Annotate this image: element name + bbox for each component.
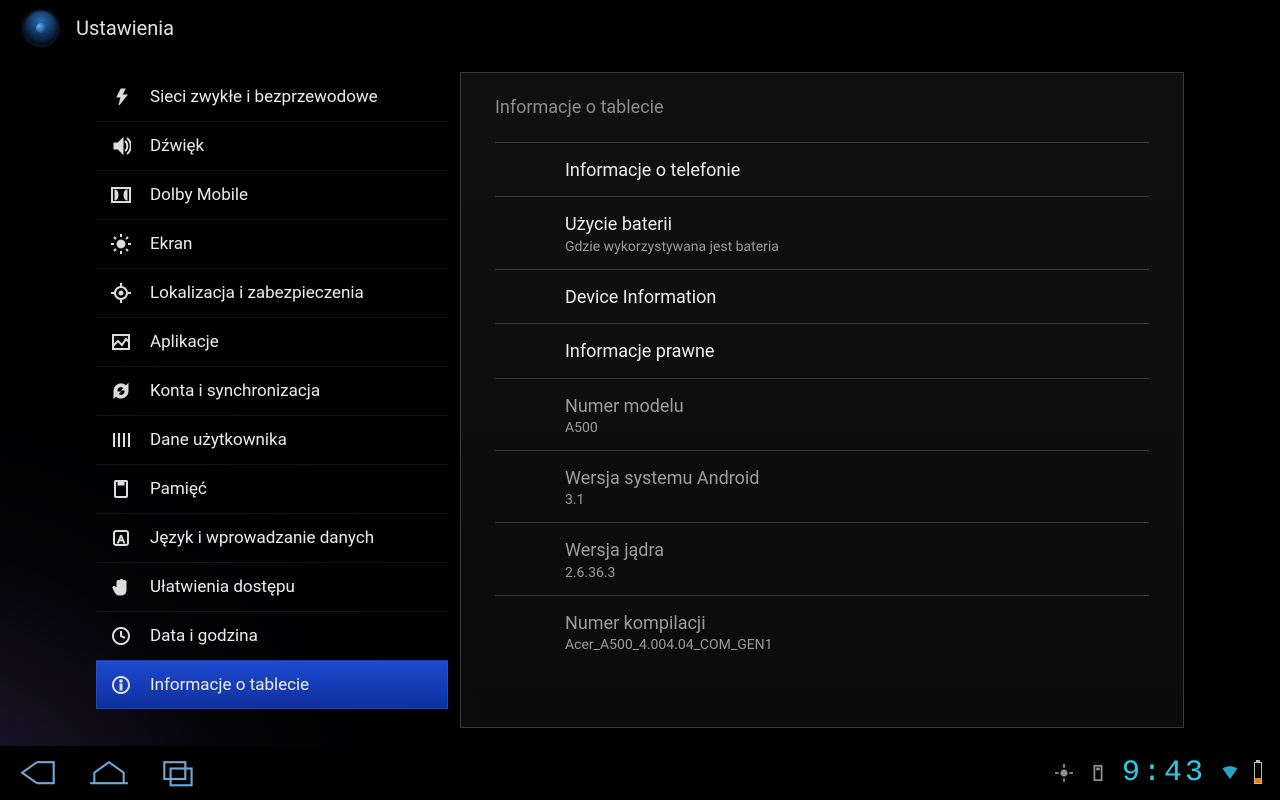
hand-icon: [110, 576, 132, 598]
sidebar-item-label: Pamięć: [150, 479, 207, 499]
sidebar-item-label: Data i godzina: [150, 626, 258, 646]
back-button[interactable]: [18, 756, 60, 790]
row-title: Informacje prawne: [565, 340, 1149, 363]
settings-row-info: Numer modelu A500: [495, 379, 1149, 451]
sidebar-item-label: Ekran: [150, 234, 192, 254]
wireless-icon: [110, 86, 132, 108]
sidebar-item-label: Lokalizacja i zabezpieczenia: [150, 283, 364, 303]
sidebar-item-info[interactable]: Informacje o tablecie: [96, 660, 448, 709]
sidebar-item-apps[interactable]: Aplikacje: [96, 317, 448, 366]
row-title: Numer kompilacji: [565, 612, 1149, 635]
sidebar-item-clock[interactable]: Data i godzina: [96, 611, 448, 660]
system-bar: 9:43: [0, 746, 1280, 800]
row-title: Numer modelu: [565, 395, 1149, 418]
wifi-icon: [1220, 763, 1240, 783]
sidebar-item-label: Dźwięk: [150, 136, 204, 156]
sidebar-item-language[interactable]: Język i wprowadzanie danych: [96, 513, 448, 562]
clock-icon: [110, 625, 132, 647]
apps-icon: [110, 331, 132, 353]
sidebar-item-label: Konta i synchronizacja: [150, 381, 320, 401]
sidebar-item-label: Ułatwienia dostępu: [150, 577, 295, 597]
sidebar-item-location[interactable]: Lokalizacja i zabezpieczenia: [96, 268, 448, 317]
detail-panel: Informacje o tablecie Informacje o telef…: [460, 72, 1184, 728]
sidebar-item-storage[interactable]: Pamięć: [96, 464, 448, 513]
row-title: Device Information: [565, 286, 1149, 309]
row-title: Użycie baterii: [565, 213, 1149, 236]
settings-row-link[interactable]: Device Information: [495, 270, 1149, 324]
sidebar-item-privacy[interactable]: Dane użytkownika: [96, 415, 448, 464]
sidebar-item-brightness[interactable]: Ekran: [96, 219, 448, 268]
row-subtitle: 2.6.36.3: [565, 565, 1149, 581]
sidebar-item-hand[interactable]: Ułatwienia dostępu: [96, 562, 448, 611]
dolby-icon: [110, 184, 132, 206]
language-icon: [110, 527, 132, 549]
panel-header: Informacje o tablecie: [495, 73, 1149, 143]
nav-buttons: [18, 756, 200, 790]
app-icon: [24, 11, 58, 45]
row-subtitle: 3.1: [565, 492, 1149, 508]
sidebar-item-sync[interactable]: Konta i synchronizacja: [96, 366, 448, 415]
speaker-icon: [110, 135, 132, 157]
home-button[interactable]: [88, 756, 130, 790]
settings-row-link[interactable]: Użycie baterii Gdzie wykorzystywana jest …: [495, 197, 1149, 269]
privacy-icon: [110, 429, 132, 451]
sidebar-item-speaker[interactable]: Dźwięk: [96, 121, 448, 170]
sidebar-item-label: Sieci zwykłe i bezprzewodowe: [150, 87, 378, 107]
battery-icon: [1254, 762, 1262, 784]
row-title: Wersja jądra: [565, 539, 1149, 562]
settings-row-link[interactable]: Informacje o telefonie: [495, 143, 1149, 197]
settings-row-info: Wersja jądra 2.6.36.3: [495, 523, 1149, 595]
settings-row-info: Numer kompilacji Acer_A500_4.004.04_COM_G…: [495, 596, 1149, 667]
row-title: Informacje o telefonie: [565, 159, 1149, 182]
row-subtitle: Gdzie wykorzystywana jest bateria: [565, 239, 1149, 255]
sidebar-item-label: Aplikacje: [150, 332, 219, 352]
sync-icon: [110, 380, 132, 402]
settings-row-info: Wersja systemu Android 3.1: [495, 451, 1149, 523]
usb-icon: [1088, 763, 1108, 783]
status-tray[interactable]: 9:43: [1054, 756, 1262, 790]
brightness-icon: [110, 233, 132, 255]
panel-body: Informacje o telefonie Użycie baterii Gdzi…: [495, 143, 1149, 667]
row-subtitle: A500: [565, 420, 1149, 436]
location-icon: [110, 282, 132, 304]
info-icon: [110, 674, 132, 696]
storage-icon: [110, 478, 132, 500]
page-title: Ustawienia: [76, 16, 174, 40]
recent-apps-button[interactable]: [158, 756, 200, 790]
settings-sidebar: Sieci zwykłe i bezprzewodowe Dźwięk Dolby …: [96, 72, 448, 728]
sidebar-item-label: Informacje o tablecie: [150, 675, 309, 695]
sidebar-item-wireless[interactable]: Sieci zwykłe i bezprzewodowe: [96, 72, 448, 121]
sidebar-item-label: Język i wprowadzanie danych: [150, 528, 374, 548]
debug-icon: [1054, 763, 1074, 783]
settings-row-link[interactable]: Informacje prawne: [495, 324, 1149, 378]
row-subtitle: Acer_A500_4.004.04_COM_GEN1: [565, 637, 1149, 653]
title-bar: Ustawienia: [0, 0, 1280, 56]
clock: 9:43: [1122, 756, 1206, 790]
main-area: Sieci zwykłe i bezprzewodowe Dźwięk Dolby …: [96, 72, 1184, 728]
row-title: Wersja systemu Android: [565, 467, 1149, 490]
sidebar-item-label: Dane użytkownika: [150, 430, 287, 450]
sidebar-item-label: Dolby Mobile: [150, 185, 248, 205]
sidebar-item-dolby[interactable]: Dolby Mobile: [96, 170, 448, 219]
